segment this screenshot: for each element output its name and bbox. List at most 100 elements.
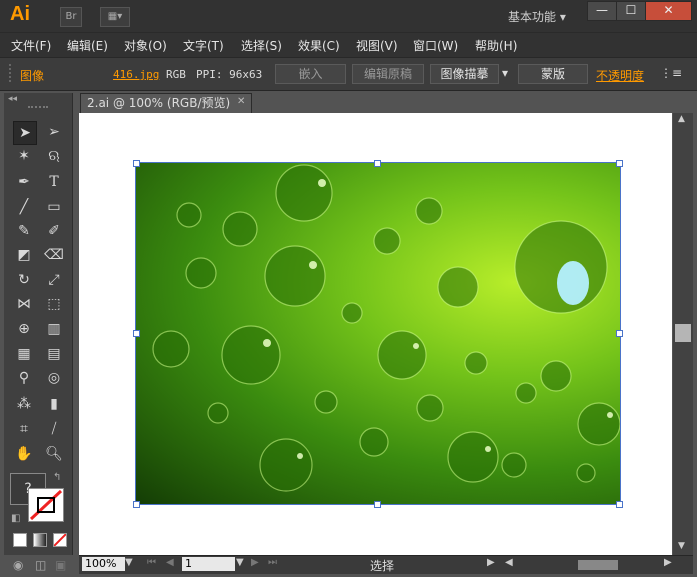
image-trace-button[interactable]: 图像描摹	[430, 64, 499, 84]
selection-tool-icon[interactable]: ➤	[13, 121, 37, 145]
magic-wand-tool-icon[interactable]: ✶	[13, 145, 35, 167]
water-droplets-image	[152, 164, 620, 492]
edit-original-button[interactable]: 编辑原稿	[352, 64, 424, 84]
zoom-dropdown-icon[interactable]: ▼	[125, 557, 133, 568]
change-screen-mode-icon[interactable]: ▣	[55, 558, 66, 572]
selection-handle-bottom-center[interactable]	[374, 501, 381, 508]
selection-handle-bottom-right[interactable]	[616, 501, 623, 508]
linked-file-link[interactable]: 416.jpg	[113, 68, 159, 81]
selection-handle-middle-left[interactable]	[133, 330, 140, 337]
screen-mode-icon[interactable]: ◫	[35, 558, 46, 572]
previous-artboard-icon[interactable]: ◀	[166, 557, 174, 568]
selection-handle-top-right[interactable]	[616, 160, 623, 167]
panel-menu-icon[interactable]: ⋮≡	[660, 66, 682, 80]
perspective-grid-tool-icon[interactable]: ▥	[43, 318, 65, 340]
document-tab-title: 2.ai @ 100% (RGB/预览)	[87, 96, 231, 110]
paintbrush-tool-icon[interactable]: ✎	[13, 220, 35, 242]
menu-window[interactable]: 窗口(W)	[413, 37, 458, 54]
pen-tool-icon[interactable]: ✒	[13, 171, 35, 193]
next-artboard-icon[interactable]: ▶	[251, 557, 259, 568]
scroll-up-icon[interactable]: ▲	[678, 114, 685, 124]
gradient-tool-icon[interactable]: ▤	[43, 343, 65, 365]
zoom-level-field[interactable]: 100%	[82, 557, 125, 571]
arrange-documents-icon[interactable]: ▦▾	[100, 7, 130, 27]
minimize-button[interactable]: —	[587, 1, 617, 21]
control-bar-grip[interactable]	[9, 64, 14, 82]
scroll-left-icon[interactable]: ◀	[505, 557, 513, 568]
illustrator-logo: Ai	[10, 3, 30, 25]
column-graph-tool-icon[interactable]: ▮	[43, 393, 65, 415]
menu-type[interactable]: 文字(T)	[183, 37, 224, 54]
embed-button[interactable]: 嵌入	[275, 64, 346, 84]
selection-handle-top-center[interactable]	[374, 160, 381, 167]
maximize-button[interactable]: ☐	[616, 1, 646, 21]
line-tool-icon[interactable]: ╱	[13, 196, 35, 218]
ppi-readout: PPI: 96x63	[196, 68, 263, 81]
direct-selection-tool-icon[interactable]: ➢	[43, 121, 65, 143]
status-menu-icon[interactable]: ▶	[487, 557, 495, 568]
last-artboard-icon[interactable]: ⏭	[268, 557, 277, 568]
menu-view[interactable]: 视图(V)	[356, 37, 398, 54]
scale-tool-icon[interactable]: ⤢	[43, 269, 65, 291]
control-bar	[0, 57, 697, 91]
blob-brush-tool-icon[interactable]: ◩	[13, 244, 35, 266]
workspace-label: 基本功能	[508, 10, 557, 24]
rectangle-tool-icon[interactable]: ▭	[43, 196, 65, 218]
menu-select[interactable]: 选择(S)	[241, 37, 282, 54]
mesh-tool-icon[interactable]: ▦	[13, 343, 35, 365]
rotate-tool-icon[interactable]: ↻	[13, 269, 35, 291]
eyedropper-tool-icon[interactable]: ⚲	[13, 367, 35, 389]
menu-file[interactable]: 文件(F)	[11, 37, 51, 54]
close-tab-icon[interactable]: ✕	[237, 96, 245, 107]
none-icon	[53, 533, 67, 547]
menu-object[interactable]: 对象(O)	[124, 37, 167, 54]
current-tool-status: 选择	[370, 559, 395, 573]
horizontal-scroll-thumb[interactable]	[578, 560, 618, 570]
color-mode-button[interactable]	[13, 533, 27, 547]
default-colors-icon[interactable]: ◧	[11, 513, 20, 524]
zoom-tool-icon[interactable]: 🔍︎	[43, 443, 65, 465]
selection-handle-bottom-left[interactable]	[133, 501, 140, 508]
menu-help[interactable]: 帮助(H)	[475, 37, 517, 54]
menu-effect[interactable]: 效果(C)	[298, 37, 340, 54]
opacity-link[interactable]: 不透明度	[596, 67, 644, 84]
free-transform-tool-icon[interactable]: ⬚	[43, 293, 65, 315]
slice-tool-icon[interactable]: ⧸	[43, 418, 65, 440]
color-mode: RGB	[166, 68, 186, 81]
collapse-panel-icon[interactable]: ◂◂	[8, 94, 17, 104]
menu-edit[interactable]: 编辑(E)	[67, 37, 108, 54]
none-stroke-icon	[29, 489, 63, 521]
pencil-tool-icon[interactable]: ✐	[43, 220, 65, 242]
selection-kind: 图像	[20, 69, 45, 83]
draw-mode-icon[interactable]: ◉	[13, 558, 23, 572]
artboard-tool-icon[interactable]: ⌗	[13, 418, 35, 440]
symbol-sprayer-tool-icon[interactable]: ⁂	[13, 393, 35, 415]
stroke-swatch[interactable]	[28, 488, 64, 522]
tools-panel-grip[interactable]	[28, 106, 48, 110]
scroll-right-icon[interactable]: ▶	[664, 557, 672, 568]
image-trace-dropdown-icon[interactable]: ▾	[499, 64, 511, 82]
swap-fill-stroke-icon[interactable]: ↰	[53, 472, 61, 483]
mask-button[interactable]: 蒙版	[518, 64, 588, 84]
close-button[interactable]: ✕	[645, 1, 692, 21]
scroll-down-icon[interactable]: ▼	[678, 541, 685, 551]
document-tab[interactable]: 2.ai @ 100% (RGB/预览)	[80, 93, 252, 113]
lasso-tool-icon[interactable]: ଋ	[43, 145, 65, 167]
width-tool-icon[interactable]: ⋈	[13, 293, 35, 315]
artboard-dropdown-icon[interactable]: ▼	[236, 557, 244, 568]
placed-image[interactable]	[135, 162, 621, 505]
first-artboard-icon[interactable]: ⏮	[147, 557, 156, 568]
bridge-button[interactable]: Br	[60, 7, 82, 27]
none-mode-button[interactable]	[53, 533, 67, 547]
gradient-mode-button[interactable]	[33, 533, 47, 547]
vertical-scroll-thumb[interactable]	[675, 324, 691, 342]
selection-handle-middle-right[interactable]	[616, 330, 623, 337]
workspace-switcher[interactable]: 基本功能 ▾	[508, 8, 566, 25]
selection-handle-top-left[interactable]	[133, 160, 140, 167]
type-tool-icon[interactable]: T	[43, 171, 65, 193]
blend-tool-icon[interactable]: ◎	[43, 367, 65, 389]
shape-builder-tool-icon[interactable]: ⊕	[13, 318, 35, 340]
hand-tool-icon[interactable]: ✋	[13, 443, 35, 465]
eraser-tool-icon[interactable]: ⌫	[43, 244, 65, 266]
artboard-number-field[interactable]: 1	[182, 557, 235, 571]
